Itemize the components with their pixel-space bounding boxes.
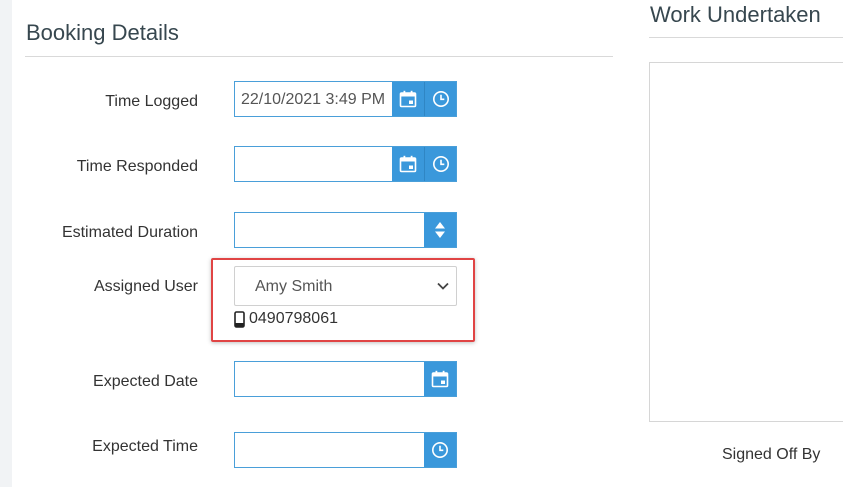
clock-icon bbox=[432, 91, 449, 107]
time-responded-field bbox=[234, 146, 457, 182]
expected-date-label: Expected Date bbox=[93, 373, 198, 390]
time-logged-label: Time Logged bbox=[105, 93, 198, 110]
assigned-user-label: Assigned User bbox=[93, 278, 198, 295]
clock-icon bbox=[432, 156, 449, 172]
work-undertaken-textarea[interactable] bbox=[649, 62, 843, 422]
estimated-duration-input[interactable] bbox=[235, 213, 424, 247]
time-responded-input[interactable] bbox=[235, 147, 392, 181]
calendar-icon bbox=[399, 90, 417, 108]
expected-date-calendar-button[interactable] bbox=[424, 362, 456, 396]
left-gutter bbox=[0, 0, 12, 487]
booking-divider bbox=[25, 56, 613, 57]
calendar-icon bbox=[431, 370, 449, 388]
expected-time-label: Expected Time bbox=[92, 438, 198, 455]
time-logged-clock-button[interactable] bbox=[424, 82, 456, 116]
time-responded-clock-button[interactable] bbox=[424, 147, 456, 181]
expected-date-input[interactable] bbox=[235, 362, 424, 396]
estimated-duration-label: Estimated Duration bbox=[61, 224, 198, 241]
work-undertaken-title: Work Undertaken bbox=[650, 2, 821, 27]
time-logged-field: 22/10/2021 3:49 PM bbox=[234, 81, 457, 117]
time-responded-label: Time Responded bbox=[76, 158, 198, 175]
signed-off-by-label: Signed Off By bbox=[722, 446, 821, 463]
expected-date-field bbox=[234, 361, 457, 397]
expected-time-clock-button[interactable] bbox=[424, 433, 456, 467]
spinner-updown-icon bbox=[435, 222, 445, 238]
calendar-icon bbox=[399, 155, 417, 173]
booking-details-title: Booking Details bbox=[26, 20, 179, 45]
expected-time-input[interactable] bbox=[235, 433, 424, 467]
time-responded-calendar-button[interactable] bbox=[392, 147, 424, 181]
estimated-duration-spinner-button[interactable] bbox=[424, 213, 456, 247]
time-logged-calendar-button[interactable] bbox=[392, 82, 424, 116]
expected-time-field bbox=[234, 432, 457, 468]
assigned-user-highlight-box bbox=[211, 258, 475, 342]
work-divider bbox=[649, 37, 843, 38]
time-logged-input[interactable]: 22/10/2021 3:49 PM bbox=[235, 82, 392, 116]
clock-icon bbox=[432, 442, 448, 458]
estimated-duration-field bbox=[234, 212, 457, 248]
